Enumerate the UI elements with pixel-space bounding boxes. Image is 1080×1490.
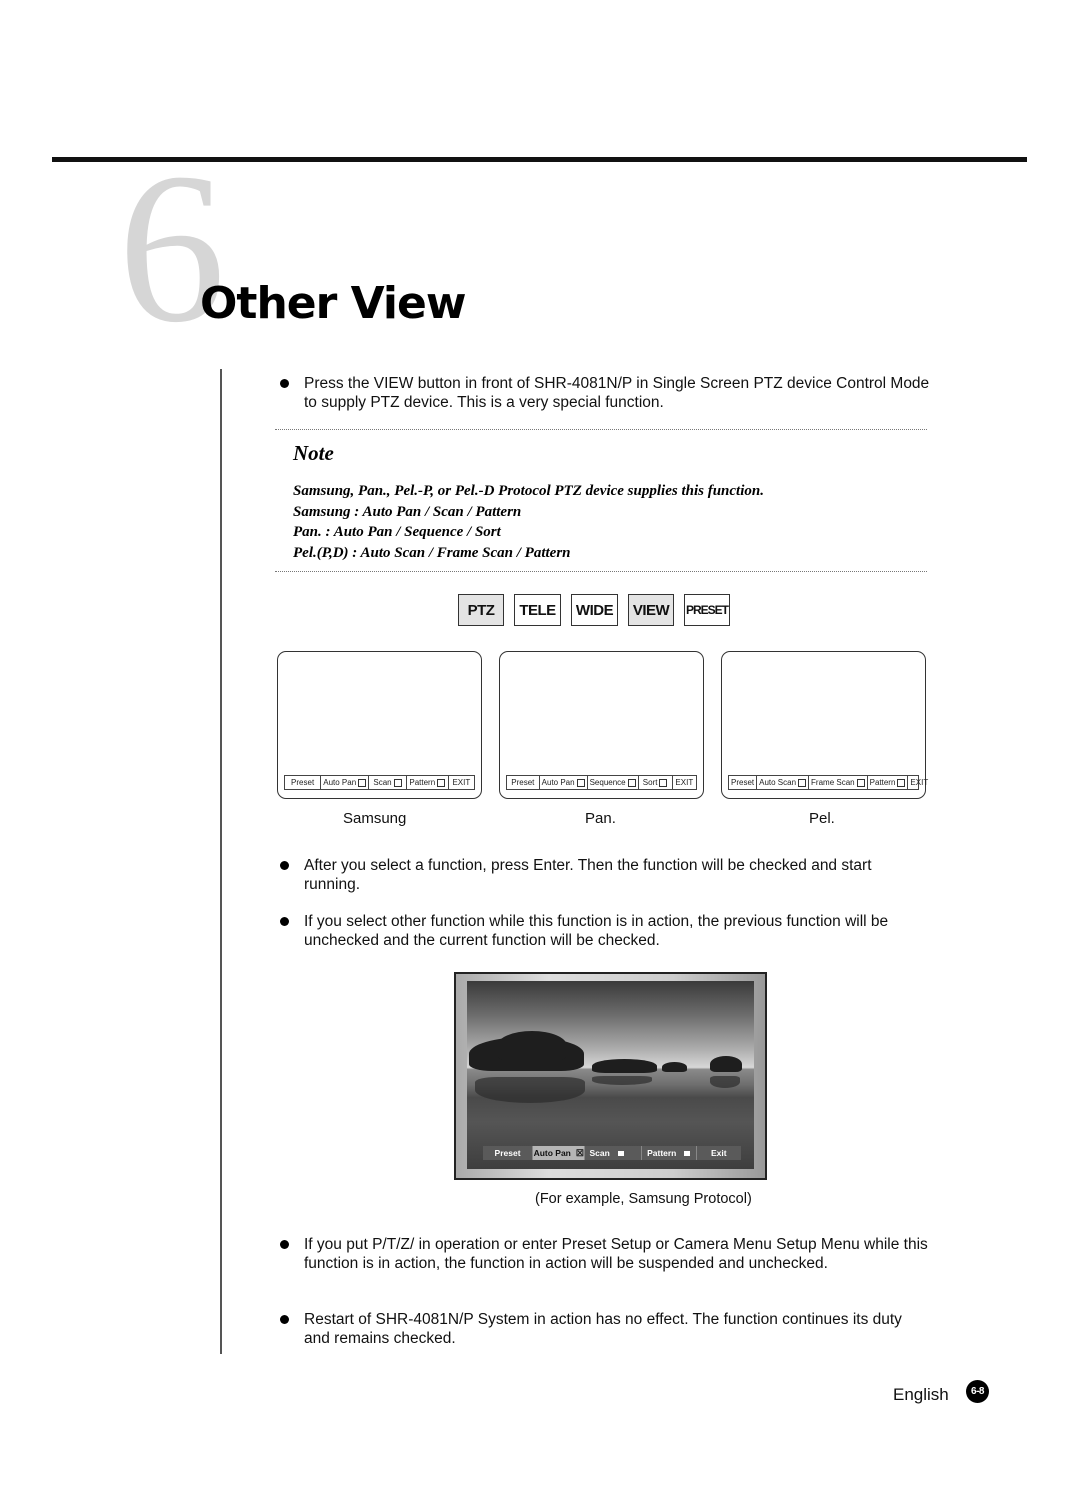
example-osd-menu: Preset Auto Pan ☒ Scan Pattern Exit xyxy=(483,1146,741,1160)
checkbox-icon[interactable] xyxy=(659,778,668,787)
bullet-select-function: After you select a function, press Enter… xyxy=(280,856,930,894)
page-number-badge: 6-8 xyxy=(966,1380,989,1403)
menu-item-preset[interactable]: Preset xyxy=(285,776,322,789)
bullet-intro: Press the VIEW button in front of SHR-40… xyxy=(280,374,930,412)
menu-item-sort[interactable]: Sort xyxy=(639,776,673,789)
checkbox-icon[interactable] xyxy=(437,778,446,787)
osd-menu-bar: Preset Auto Scan Frame Scan Pattern EXIT xyxy=(728,775,928,790)
osd-item-auto-pan[interactable]: Auto Pan ☒ xyxy=(533,1146,586,1160)
osd-menu-bar: Preset Auto Pan Scan Pattern EXIT xyxy=(284,775,475,790)
screen-pel: Preset Auto Scan Frame Scan Pattern EXIT xyxy=(721,651,928,799)
checkbox-icon[interactable] xyxy=(393,778,402,787)
note-line: Samsung : Auto Pan / Scan / Pattern xyxy=(293,503,522,520)
unchecked-box-icon[interactable] xyxy=(684,1150,691,1156)
margin-rule xyxy=(220,369,222,1354)
menu-item-auto-pan[interactable]: Auto Pan xyxy=(321,776,370,789)
note-line: Samsung, Pan., Pel.-P, or Pel.-D Protoco… xyxy=(293,483,764,499)
note-line: Pan. : Auto Pan / Sequence / Sort xyxy=(293,524,501,540)
bullet-icon xyxy=(280,1240,289,1249)
checkbox-icon[interactable] xyxy=(897,778,906,787)
screen-pan: Preset Auto Pan Sequence Sort EXIT xyxy=(499,651,704,799)
view-button[interactable]: VIEW xyxy=(628,594,674,626)
checkbox-icon[interactable] xyxy=(627,778,636,787)
osd-item-pattern[interactable]: Pattern xyxy=(642,1146,697,1160)
menu-item-exit[interactable]: EXIT xyxy=(908,776,930,789)
menu-item-preset[interactable]: Preset xyxy=(507,776,540,789)
menu-item-frame-scan[interactable]: Frame Scan xyxy=(809,776,868,789)
wide-button[interactable]: WIDE xyxy=(571,594,618,626)
menu-item-pattern[interactable]: Pattern xyxy=(868,776,909,789)
screen-label-pan: Pan. xyxy=(585,810,616,827)
bullet-icon xyxy=(280,1315,289,1324)
checkbox-icon[interactable] xyxy=(358,778,367,787)
example-caption: (For example, Samsung Protocol) xyxy=(535,1191,752,1207)
menu-item-preset[interactable]: Preset xyxy=(729,776,758,789)
osd-item-preset[interactable]: Preset xyxy=(483,1146,534,1160)
osd-item-scan[interactable]: Scan xyxy=(585,1146,642,1160)
menu-item-auto-pan[interactable]: Auto Pan xyxy=(540,776,588,789)
checkbox-icon[interactable] xyxy=(798,778,807,787)
note-line: Pel.(P,D) : Auto Scan / Frame Scan / Pat… xyxy=(293,544,571,561)
bullet-icon xyxy=(280,861,289,870)
unchecked-box-icon[interactable] xyxy=(617,1150,624,1156)
bullet-restart: Restart of SHR-4081N/P System in action … xyxy=(280,1310,930,1348)
bullet-other-function: If you select other function while this … xyxy=(280,912,930,950)
menu-item-pattern[interactable]: Pattern xyxy=(407,776,449,789)
osd-menu-bar: Preset Auto Pan Sequence Sort EXIT xyxy=(506,775,697,790)
menu-item-auto-scan[interactable]: Auto Scan xyxy=(757,776,810,789)
menu-item-scan[interactable]: Scan xyxy=(369,776,407,789)
bullet-ptz-operation: If you put P/T/Z/ in operation or enter … xyxy=(280,1235,930,1273)
note-divider-top xyxy=(275,429,927,430)
checkbox-icon[interactable] xyxy=(856,778,865,787)
landscape-photo: Preset Auto Pan ☒ Scan Pattern Exit xyxy=(467,981,754,1169)
note-body: Samsung, Pan., Pel.-P, or Pel.-D Protoco… xyxy=(293,481,764,563)
preset-button[interactable]: PRESET xyxy=(684,594,730,626)
screen-samsung: Preset Auto Pan Scan Pattern EXIT xyxy=(277,651,482,799)
front-panel-buttons: PTZ TELE WIDE VIEW PRESET xyxy=(458,594,730,626)
chapter-title: Other View xyxy=(200,278,466,329)
note-heading: Note xyxy=(293,441,334,465)
tele-button[interactable]: TELE xyxy=(514,594,561,626)
menu-item-exit[interactable]: EXIT xyxy=(673,776,696,789)
ptz-button[interactable]: PTZ xyxy=(458,594,504,626)
footer-language: English xyxy=(893,1385,949,1404)
example-monitor-frame: Preset Auto Pan ☒ Scan Pattern Exit xyxy=(454,972,767,1180)
checkbox-icon[interactable] xyxy=(576,778,585,787)
screen-label-pel: Pel. xyxy=(809,810,835,827)
screen-label-samsung: Samsung xyxy=(343,810,407,827)
menu-item-sequence[interactable]: Sequence xyxy=(588,776,639,789)
checked-box-icon[interactable]: ☒ xyxy=(576,1148,584,1159)
bullet-icon xyxy=(280,917,289,926)
bullet-icon xyxy=(280,379,289,388)
note-divider-bottom xyxy=(275,571,927,572)
menu-item-exit[interactable]: EXIT xyxy=(449,776,474,789)
osd-item-exit[interactable]: Exit xyxy=(697,1146,741,1160)
